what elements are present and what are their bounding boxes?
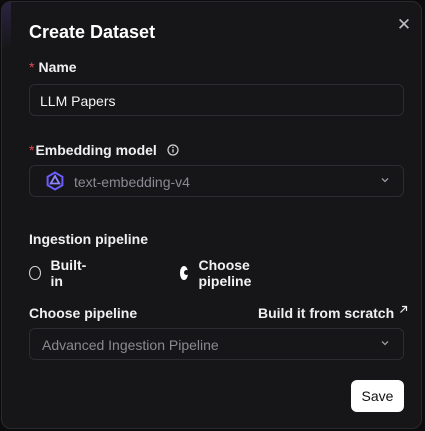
name-label: Name [38,59,77,75]
radio-choose-pipeline-label: Choose pipeline [198,257,252,289]
dialog-title: Create Dataset [29,22,156,42]
required-mark: * [29,59,35,75]
pipeline-selected-value: Advanced Ingestion Pipeline [42,337,219,353]
embedding-label: Embedding model [35,142,157,158]
embedding-model-select[interactable]: text-embedding-v4 [29,165,404,197]
choose-pipeline-label: Choose pipeline [29,305,138,321]
embedding-selected-value: text-embedding-v4 [74,174,190,190]
name-input[interactable]: LLM Papers [29,84,404,116]
name-input-value: LLM Papers [40,93,116,109]
dialog-edge-accent [2,2,11,50]
required-mark: * [29,142,35,158]
radio-choose-pipeline-indicator [180,266,190,280]
chevron-down-icon [381,341,389,346]
info-icon[interactable] [167,143,179,159]
build-from-scratch-link[interactable]: Build it from scratch [258,305,408,321]
chevron-down-icon [381,178,389,183]
radio-built-in[interactable]: Built-in [29,257,89,289]
build-from-scratch-label: Build it from scratch [258,305,395,321]
name-label-row: * Name [29,59,77,75]
pipeline-select[interactable]: Advanced Ingestion Pipeline [29,328,404,360]
save-button[interactable]: Save [351,380,404,412]
radio-choose-pipeline[interactable]: Choose pipeline [180,257,257,289]
embedding-label-row: *Embedding model [29,142,179,159]
model-logo-icon [45,171,65,194]
ingestion-label: Ingestion pipeline [29,231,149,247]
create-dataset-dialog: ✕ Create Dataset * Name LLM Papers *Embed… [1,1,422,429]
radio-built-in-label: Built-in [50,257,87,289]
close-icon[interactable]: ✕ [395,16,413,34]
radio-built-in-indicator [29,266,41,280]
external-link-icon [400,305,408,313]
